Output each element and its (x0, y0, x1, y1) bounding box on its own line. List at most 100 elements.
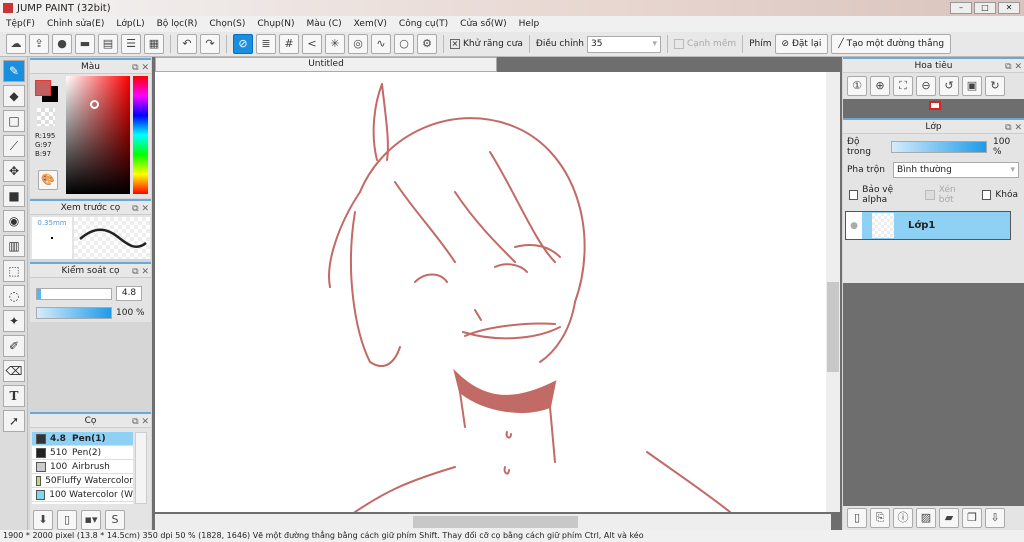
protect-alpha-checkbox[interactable] (849, 190, 859, 200)
brush-item-fluffy-watercolor[interactable]: 50 Fluffy Watercolor (32, 474, 133, 488)
menu-tools[interactable]: Công cụ(T) (393, 19, 454, 29)
brush-size-input[interactable]: 4.8 (116, 286, 142, 301)
adjust-select[interactable]: 35 ▾ (586, 35, 661, 53)
snap-settings-icon[interactable]: ⚙ (417, 34, 437, 54)
layer-opacity-slider[interactable] (890, 141, 988, 153)
pointer-tool[interactable]: ➚ (3, 410, 25, 432)
close-button[interactable]: ✕ (998, 2, 1020, 14)
layer-info-icon[interactable]: ⓘ (893, 508, 913, 528)
hue-slider[interactable] (133, 76, 148, 194)
fill-rect-tool[interactable]: ■ (3, 185, 25, 207)
select-eraser-tool[interactable]: ⌫ (3, 360, 25, 382)
zoom-in-icon[interactable]: ⊕ (870, 76, 890, 96)
message-icon[interactable]: ▬ (75, 34, 95, 54)
menu-help[interactable]: Help (513, 19, 546, 29)
brush-size-slider[interactable] (36, 288, 112, 300)
antialias-checkbox[interactable]: × (450, 39, 460, 49)
minimize-button[interactable]: – (950, 2, 972, 14)
concentric-snap-icon[interactable]: ◎ (348, 34, 368, 54)
snap-off-icon[interactable]: ⊘ (233, 34, 253, 54)
rectangle-tool[interactable]: □ (3, 110, 25, 132)
zoom-actual-icon[interactable]: ① (847, 76, 867, 96)
straight-line-button[interactable]: ╱ Tạo một đường thẳng (831, 34, 952, 54)
undo-icon[interactable]: ↶ (177, 34, 197, 54)
panel-close-icon[interactable]: ⧉ ✕ (1005, 60, 1022, 74)
menu-file[interactable]: Tệp(F) (0, 19, 41, 29)
move-tool[interactable]: ✥ (3, 160, 25, 182)
brush-opacity-slider[interactable] (36, 307, 112, 319)
brush-item-pen-2[interactable]: 510 Pen(2) (32, 446, 133, 460)
palette-icon[interactable]: 🎨 (38, 170, 58, 190)
saturation-value-picker[interactable] (66, 76, 130, 194)
menu-window[interactable]: Cửa sổ(W) (454, 19, 512, 29)
maximize-button[interactable]: □ (974, 2, 996, 14)
layer-pattern-icon[interactable]: ▨ (916, 508, 936, 528)
rotate-left-icon[interactable]: ↺ (939, 76, 959, 96)
menu-select[interactable]: Chọn(S) (203, 19, 251, 29)
zoom-out-icon[interactable]: ⊖ (916, 76, 936, 96)
document-icon[interactable]: ▤ (98, 34, 118, 54)
document-tab[interactable]: Untitled (155, 57, 497, 72)
panel-close-icon[interactable]: ⧉ ✕ (132, 265, 149, 279)
panel-close-icon[interactable]: ⧉ ✕ (132, 415, 149, 429)
menu-snap[interactable]: Chụp(N) (251, 19, 300, 29)
redo-icon[interactable]: ↷ (200, 34, 220, 54)
menu-color[interactable]: Màu (C) (301, 19, 348, 29)
curve-snap-icon[interactable]: ∿ (371, 34, 391, 54)
new-brush-icon[interactable]: ▯ (57, 510, 77, 530)
list-icon[interactable]: ☰ (121, 34, 141, 54)
panel-close-icon[interactable]: ⧉ ✕ (1005, 121, 1022, 135)
select-pen-tool[interactable]: ✐ (3, 335, 25, 357)
bucket-tool[interactable]: ◉ (3, 210, 25, 232)
merge-icon[interactable]: ⇩ (985, 508, 1005, 528)
menu-view[interactable]: Xem(V) (348, 19, 393, 29)
brush-settings-icon[interactable]: S (105, 510, 125, 530)
download-brush-icon[interactable]: ⬇ (33, 510, 53, 530)
magic-wand-tool[interactable]: ✦ (3, 310, 25, 332)
eraser-tool[interactable]: ◆ (3, 85, 25, 107)
menu-filter[interactable]: Bộ lọc(R) (151, 19, 204, 29)
vertical-scrollbar[interactable] (826, 72, 840, 512)
grid-snap-icon[interactable]: # (279, 34, 299, 54)
comment-icon[interactable]: ● (52, 34, 72, 54)
line-tool[interactable]: ⟋ (3, 135, 25, 157)
cloud-icon[interactable]: ☁ (6, 34, 26, 54)
brush-item-watercolor[interactable]: 100 Watercolor (W (32, 488, 133, 502)
share-icon[interactable]: ⇪ (29, 34, 49, 54)
brush-list-scrollbar[interactable] (135, 432, 147, 504)
perspective-snap-icon[interactable]: < (302, 34, 322, 54)
lasso-tool[interactable]: ◌ (3, 285, 25, 307)
layer-visibility-icon[interactable]: ● (846, 212, 862, 239)
navigator-preview[interactable] (843, 99, 1024, 116)
reset-button[interactable]: ⊘ Đặt lại (774, 34, 829, 54)
ellipse-snap-icon[interactable]: ○ (394, 34, 414, 54)
copy-layer-icon[interactable]: ⎘ (870, 508, 890, 528)
menu-layer[interactable]: Lớp(L) (110, 19, 150, 29)
radial-snap-icon[interactable]: ✳ (325, 34, 345, 54)
brush-item-pen-1[interactable]: 4.8 Pen(1) (32, 432, 133, 446)
horizontal-scrollbar[interactable] (155, 514, 831, 530)
parallel-snap-icon[interactable]: ≣ (256, 34, 276, 54)
blend-mode-select[interactable]: Bình thường ▾ (893, 162, 1019, 178)
layer-row[interactable]: ● Lớp1 (845, 211, 1011, 240)
brush-item-airbrush[interactable]: 100 Airbrush (32, 460, 133, 474)
soft-edge-checkbox[interactable] (673, 39, 684, 49)
rotate-right-icon[interactable]: ↻ (985, 76, 1005, 96)
folder-icon[interactable]: ▰ (939, 508, 959, 528)
menu-edit[interactable]: Chỉnh sửa(E) (41, 19, 110, 29)
lock-checkbox[interactable] (982, 190, 992, 200)
panel-close-icon[interactable]: ⧉ ✕ (132, 202, 149, 216)
gradient-tool[interactable]: ▥ (3, 235, 25, 257)
panel-close-icon[interactable]: ⧉ ✕ (132, 61, 149, 75)
transparent-swatch[interactable] (37, 108, 55, 126)
drawing-canvas[interactable] (155, 72, 826, 512)
duplicate-icon[interactable]: ❐ (962, 508, 982, 528)
new-layer-icon[interactable]: ▯ (847, 508, 867, 528)
brush-menu-icon[interactable]: ▪▾ (81, 510, 101, 530)
pen-tool[interactable]: ✎ (3, 60, 25, 82)
edit-grid-icon[interactable]: ▦ (144, 34, 164, 54)
foreground-color-swatch[interactable] (35, 80, 51, 96)
rect-select-tool[interactable]: ⬚ (3, 260, 25, 282)
clip-checkbox[interactable] (925, 190, 935, 200)
text-tool[interactable]: T (3, 385, 25, 407)
